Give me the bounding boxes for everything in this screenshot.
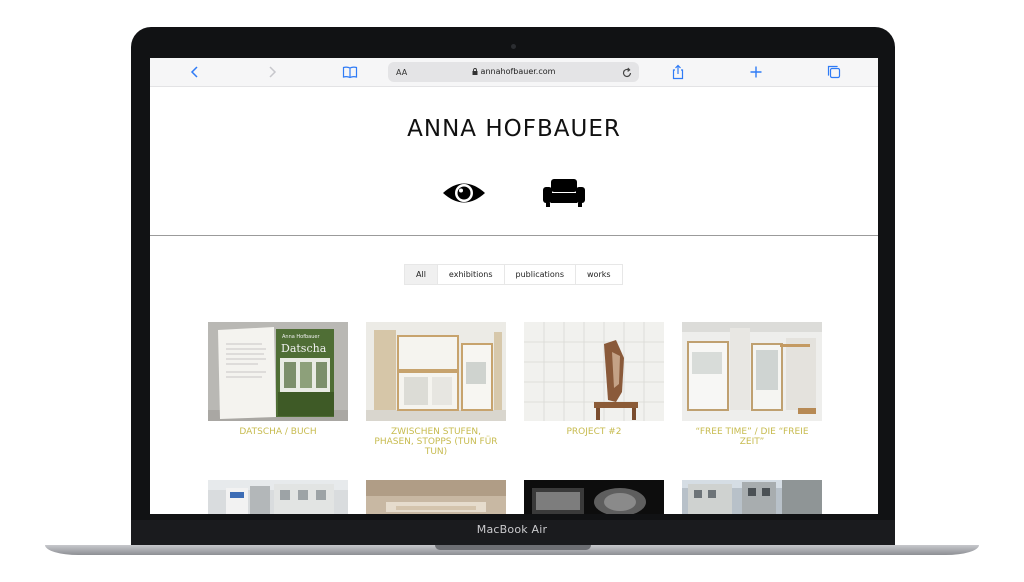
lock-icon bbox=[472, 68, 478, 75]
work-thumbnail[interactable] bbox=[366, 480, 506, 514]
browser-toolbar: AA annahofbauer.com bbox=[150, 58, 878, 87]
work-thumbnail[interactable] bbox=[208, 480, 348, 514]
filter-works[interactable]: works bbox=[576, 265, 622, 284]
url-text: annahofbauer.com bbox=[480, 67, 556, 76]
sofa-icon[interactable] bbox=[542, 178, 586, 208]
work-card-zwischen-stufen[interactable]: ZWISCHEN STUFEN, PHASEN, STOPPS (TUN FÜR… bbox=[366, 322, 506, 457]
device-label: MacBook Air bbox=[476, 523, 548, 536]
tabs-overview-icon[interactable] bbox=[826, 64, 842, 80]
reload-icon[interactable] bbox=[621, 66, 633, 78]
url-field[interactable]: annahofbauer.com bbox=[388, 67, 639, 76]
work-thumbnail[interactable] bbox=[524, 480, 664, 514]
header-divider bbox=[150, 235, 878, 236]
work-title[interactable]: DATSCHA / BUCH bbox=[208, 427, 348, 437]
browser-screen: AA annahofbauer.com ANNA HOFBAUER All ex… bbox=[150, 58, 878, 514]
eye-icon[interactable] bbox=[442, 178, 486, 208]
work-card-datscha[interactable]: Datscha Anna Hofbauer DATSCHA / BUCH bbox=[208, 322, 348, 437]
filter-all[interactable]: All bbox=[405, 265, 438, 284]
svg-text:Anna Hofbauer: Anna Hofbauer bbox=[282, 334, 320, 340]
work-title[interactable]: “FREE TIME” / DIE “FREIE ZEIT” bbox=[682, 427, 822, 447]
work-thumbnail[interactable] bbox=[366, 322, 506, 421]
bookmarks-icon[interactable] bbox=[342, 64, 358, 80]
work-card-free-time[interactable]: “FREE TIME” / DIE “FREIE ZEIT” bbox=[682, 322, 822, 447]
share-icon[interactable] bbox=[670, 64, 686, 80]
svg-text:Datscha: Datscha bbox=[281, 342, 327, 355]
work-card-project-2[interactable]: PROJECT #2 bbox=[524, 322, 664, 437]
work-card-row2-2[interactable] bbox=[366, 480, 506, 514]
filter-bar: All exhibitions publications works bbox=[404, 264, 623, 285]
filter-publications[interactable]: publications bbox=[504, 265, 576, 284]
back-icon[interactable] bbox=[187, 64, 203, 80]
work-title[interactable]: PROJECT #2 bbox=[524, 427, 664, 437]
site-title[interactable]: ANNA HOFBAUER bbox=[150, 116, 878, 142]
forward-icon[interactable] bbox=[264, 64, 280, 80]
work-thumbnail[interactable]: Datscha Anna Hofbauer bbox=[208, 322, 348, 421]
address-bar[interactable]: AA annahofbauer.com bbox=[388, 62, 639, 82]
work-thumbnail[interactable] bbox=[682, 480, 822, 514]
filter-exhibitions[interactable]: exhibitions bbox=[437, 265, 505, 284]
work-title[interactable]: ZWISCHEN STUFEN, PHASEN, STOPPS (TUN FÜR… bbox=[366, 427, 506, 457]
work-card-row2-3[interactable] bbox=[524, 480, 664, 514]
camera bbox=[511, 44, 516, 49]
work-thumbnail[interactable] bbox=[524, 322, 664, 421]
new-tab-icon[interactable] bbox=[748, 64, 764, 80]
work-thumbnail[interactable] bbox=[682, 322, 822, 421]
work-card-row2-1[interactable] bbox=[208, 480, 348, 514]
work-card-row2-4[interactable] bbox=[682, 480, 822, 514]
laptop-notch bbox=[435, 545, 591, 550]
